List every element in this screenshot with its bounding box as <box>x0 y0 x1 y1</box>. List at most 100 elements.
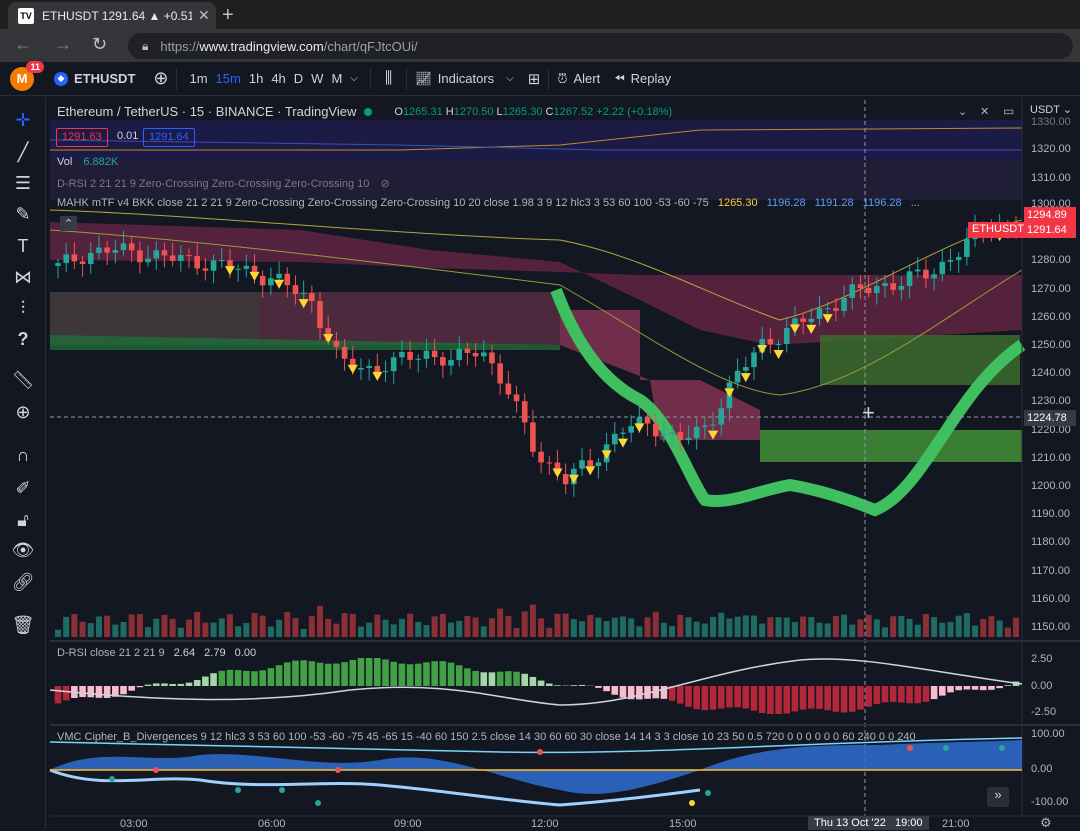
volume-bar <box>767 617 773 637</box>
drsi-bar <box>349 660 356 686</box>
drsi-bar <box>251 671 258 686</box>
drsi-bar <box>489 672 496 686</box>
sell-price-button[interactable]: 1291.63 <box>56 128 108 147</box>
drsi-axis-low: -2.50 <box>1031 706 1056 718</box>
drsi-bar <box>399 664 406 686</box>
drsi-bar <box>374 658 381 686</box>
candle-body <box>162 250 168 255</box>
candle-body <box>63 254 69 263</box>
drsi-bar <box>497 672 504 686</box>
candle-body <box>235 269 241 270</box>
candle-body <box>153 250 159 258</box>
vmc-axis-low: -100.00 <box>1031 796 1068 808</box>
volume-bar <box>481 626 487 637</box>
drsi-bar <box>693 686 700 709</box>
candle-body <box>866 288 872 293</box>
volume-bar <box>554 614 560 637</box>
candle-body <box>80 261 86 264</box>
vmc-dot <box>315 800 321 806</box>
candle-body <box>489 352 495 363</box>
volume-legend[interactable]: Vol 6.882K <box>57 156 118 168</box>
volume-bar <box>456 621 462 637</box>
candle-body <box>808 319 814 322</box>
drsi-bar <box>595 686 602 688</box>
drsi-pane-legend[interactable]: D-RSI close 21 2 21 9 2.64 2.79 0.00 <box>57 647 256 659</box>
volume-bar <box>88 623 94 637</box>
candle-body <box>284 274 290 285</box>
drsi-bar <box>390 662 397 686</box>
drsi-bar <box>972 686 979 690</box>
vmc-pane-legend[interactable]: VMC Cipher_B_Divergences 9 12 hlc3 3 53 … <box>57 731 916 743</box>
drsi-legend[interactable]: D-RSI 2 21 21 9 Zero-Crossing Zero-Cross… <box>57 177 390 190</box>
volume-bar <box>325 619 331 637</box>
candle-body <box>448 360 454 366</box>
volume-bar <box>636 626 642 637</box>
currency-dropdown[interactable]: USDT ⌄ <box>1030 103 1072 116</box>
volume-bar <box>432 616 438 637</box>
volume-bar <box>186 620 192 637</box>
collapse-legend-icon[interactable]: ⌃ <box>60 216 77 231</box>
volume-bar <box>121 622 127 637</box>
last-price-tag: 1291.64 <box>1024 222 1076 238</box>
drsi-bar <box>603 686 610 691</box>
drsi-value-1: 2.64 <box>174 647 195 659</box>
drsi-bar <box>931 686 938 699</box>
vmc-dot <box>689 800 695 806</box>
volume-bar <box>342 613 348 637</box>
drsi-bar <box>800 686 807 710</box>
drsi-bar <box>980 686 987 690</box>
vmc-dot <box>109 776 115 782</box>
price-label-1320: 1320.00 <box>1031 143 1071 155</box>
volume-bar <box>669 626 675 637</box>
pane-maximize-icon[interactable]: ▭ <box>1003 104 1014 118</box>
candle-body <box>407 352 413 360</box>
drsi-bar <box>448 663 455 686</box>
drsi-bar <box>243 671 250 686</box>
candle-body <box>301 293 307 294</box>
volume-bar <box>1013 618 1019 637</box>
volume-bar <box>219 618 225 637</box>
candle-body <box>964 239 970 257</box>
volume-bar <box>661 623 667 637</box>
drsi-bar <box>742 686 749 708</box>
drsi-bar <box>677 686 684 704</box>
candle-body <box>334 341 340 347</box>
volume-bar <box>685 617 691 637</box>
time-label-0300: 03:00 <box>120 818 148 830</box>
drsi-bar <box>276 665 283 686</box>
drsi-bar <box>849 686 856 712</box>
vmc-dot <box>235 787 241 793</box>
drsi-bar <box>841 686 848 712</box>
candle-body <box>137 250 143 262</box>
pane-collapse-icon[interactable]: ✕ <box>980 105 989 118</box>
hidden-eye-icon[interactable]: ⊘ <box>380 178 389 190</box>
volume-bar <box>489 618 495 637</box>
drsi-bar <box>104 686 111 698</box>
volume-bar <box>235 626 241 637</box>
volume-bar <box>55 630 61 637</box>
candle-body <box>686 438 692 440</box>
price-label: 1240.00 <box>1031 367 1071 379</box>
price-label-1310: 1310.00 <box>1031 172 1071 184</box>
candle-body <box>669 432 675 434</box>
volume-bar <box>890 616 896 637</box>
drsi-bar <box>79 686 86 697</box>
price-label: 1280.00 <box>1031 254 1071 266</box>
volume-bar <box>874 619 880 637</box>
crosshair-time-tag: Thu 13 Oct '22 19:00 <box>808 816 929 830</box>
candle-body <box>415 359 421 360</box>
pane-down-icon[interactable]: ⌄ <box>958 105 967 118</box>
symbol-title[interactable]: Ethereum / TetherUS · 15 · BINANCE · Tra… <box>57 104 356 119</box>
volume-bar <box>620 616 626 637</box>
candle-body <box>743 367 749 371</box>
scroll-to-realtime-button[interactable]: » <box>987 787 1009 807</box>
volume-bar <box>145 627 151 637</box>
volume-bar <box>898 616 904 637</box>
drsi-bar <box>808 686 815 709</box>
drsi-bar <box>611 686 618 695</box>
chart-canvas[interactable]: + <box>0 0 1080 829</box>
buy-price-button[interactable]: 1291.64 <box>143 128 195 147</box>
volume-bar <box>628 618 634 637</box>
volume-bar <box>276 620 282 637</box>
mahk-legend[interactable]: MAHK mTF v4 BKK close 21 2 21 9 Zero-Cro… <box>57 197 920 209</box>
